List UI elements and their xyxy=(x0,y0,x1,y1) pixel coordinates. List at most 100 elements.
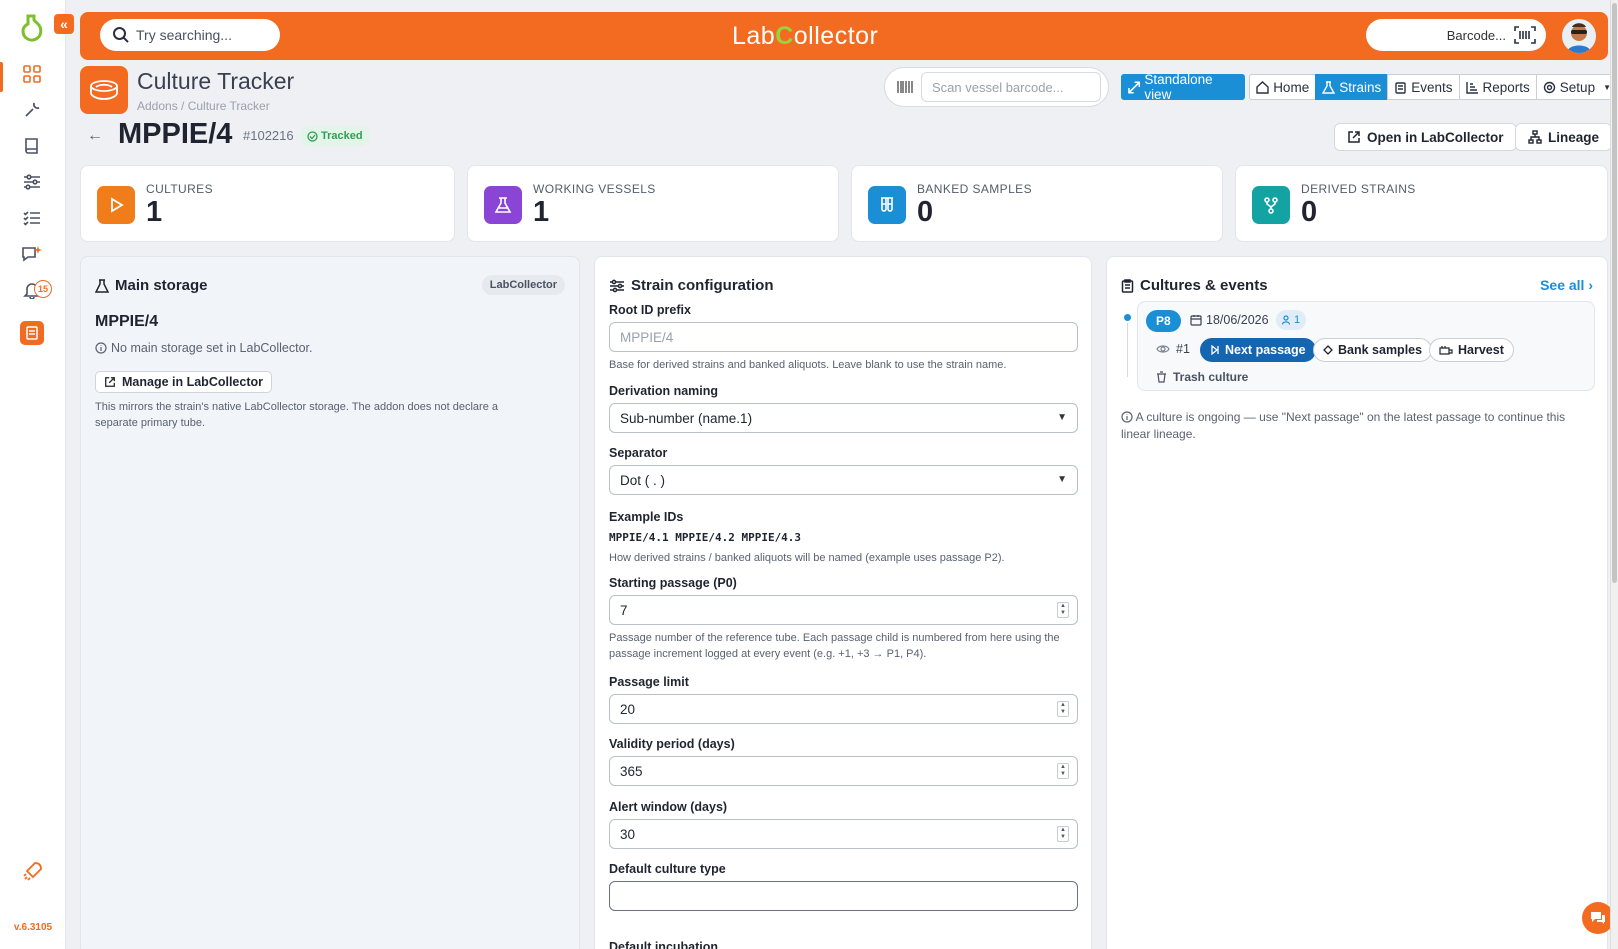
trash-icon xyxy=(1157,371,1166,383)
brand-logo[interactable]: LabCollector xyxy=(732,22,878,51)
derivation-naming-select[interactable]: Sub-number (name.1) ▼ xyxy=(609,403,1078,433)
nav-button-group: Home Strains Events Reports Setup ▼ xyxy=(1249,74,1618,100)
eye-icon[interactable] xyxy=(1156,344,1170,354)
labcollector-logo-icon[interactable] xyxy=(20,14,44,42)
scan-vessel-input[interactable]: Scan vessel barcode... xyxy=(921,72,1101,102)
nav-reports-button[interactable]: Reports xyxy=(1458,74,1537,100)
brand-text-right: ollector xyxy=(793,22,879,50)
collapse-sidebar-button[interactable]: « xyxy=(54,14,74,34)
notification-badge: 15 xyxy=(34,280,52,298)
harvest-button[interactable]: Harvest xyxy=(1429,338,1514,362)
passage-badge[interactable]: P8 xyxy=(1146,310,1181,332)
stat-card-cultures: CULTURES 1 xyxy=(80,165,455,242)
alert-window-input[interactable]: 30 ▲ ▼ xyxy=(609,819,1078,849)
lineage-button[interactable]: Lineage xyxy=(1515,123,1613,151)
rocket-icon[interactable] xyxy=(22,860,44,882)
open-in-labcollector-button[interactable]: Open in LabCollector xyxy=(1334,123,1517,151)
validity-period-value: 365 xyxy=(620,763,643,779)
page-scrollbar[interactable] xyxy=(1610,0,1618,949)
bank-samples-label: Bank samples xyxy=(1338,343,1423,357)
nav-events-button[interactable]: Events xyxy=(1387,74,1460,100)
back-arrow-icon[interactable]: ← xyxy=(87,127,103,145)
passage-limit-input[interactable]: 20 ▲ ▼ xyxy=(609,694,1078,724)
harvest-label: Harvest xyxy=(1458,343,1504,357)
checklist-icon[interactable] xyxy=(20,206,44,230)
book-icon[interactable] xyxy=(20,134,44,158)
clipboard-icon xyxy=(1121,278,1134,293)
header-nav: Standalone view Home Strains Events Repo… xyxy=(1121,72,1618,102)
main-storage-panel: Main storage LabCollector MPPIE/4 No mai… xyxy=(80,256,580,949)
cultures-events-title-text: Cultures & events xyxy=(1140,277,1268,294)
breadcrumb[interactable]: Addons / Culture Tracker xyxy=(137,99,270,113)
standalone-view-button[interactable]: Standalone view xyxy=(1121,72,1246,102)
top-bar: Try searching... LabCollector Barcode... xyxy=(80,12,1608,60)
event-users-badge: 1 xyxy=(1276,310,1307,330)
strain-configuration-panel: Strain configuration Root ID prefix MPPI… xyxy=(594,256,1092,949)
trash-culture-button[interactable]: Trash culture xyxy=(1156,370,1248,384)
strain-configuration-title-text: Strain configuration xyxy=(631,277,774,294)
tools-icon[interactable] xyxy=(20,98,44,122)
test-tubes-icon xyxy=(868,186,906,224)
app-title: Culture Tracker xyxy=(137,68,295,94)
lineage-label: Lineage xyxy=(1548,129,1600,145)
trash-culture-label: Trash culture xyxy=(1173,370,1249,384)
skip-icon xyxy=(1211,345,1219,355)
calendar-icon xyxy=(1190,315,1202,326)
alert-window-label: Alert window (days) xyxy=(609,800,728,814)
separator-select[interactable]: Dot ( . ) ▼ xyxy=(609,465,1078,495)
barcode-scan-icon[interactable] xyxy=(1514,26,1536,44)
barcode-input[interactable]: Barcode... xyxy=(1366,19,1546,51)
scrollbar-thumb[interactable] xyxy=(1612,3,1617,583)
validity-period-input[interactable]: 365 ▲ ▼ xyxy=(609,756,1078,786)
tracked-status-label: Tracked xyxy=(321,130,363,142)
manage-in-labcollector-label: Manage in LabCollector xyxy=(122,375,263,389)
root-id-prefix-input[interactable]: MPPIE/4 xyxy=(609,322,1078,352)
stat-value: 0 xyxy=(917,196,934,228)
nav-setup-label: Setup xyxy=(1559,79,1596,95)
number-spinner-icon[interactable]: ▲ ▼ xyxy=(1057,826,1069,842)
addon-icon[interactable] xyxy=(20,321,44,345)
event-date: 18/06/2026 xyxy=(1190,313,1269,327)
nav-home-button[interactable]: Home xyxy=(1249,74,1317,100)
culture-ongoing-note-text: A culture is ongoing — use "Next passage… xyxy=(1121,410,1566,441)
settings-sliders-icon[interactable] xyxy=(20,170,44,194)
number-spinner-icon[interactable]: ▲ ▼ xyxy=(1057,602,1069,618)
stat-value: 0 xyxy=(1301,196,1318,228)
default-culture-type-input[interactable] xyxy=(609,881,1078,911)
manage-in-labcollector-button[interactable]: Manage in LabCollector xyxy=(95,371,272,393)
next-passage-label: Next passage xyxy=(1225,343,1306,357)
barcode-placeholder: Barcode... xyxy=(1446,27,1506,43)
number-spinner-icon[interactable]: ▲ ▼ xyxy=(1057,763,1069,779)
bank-samples-button[interactable]: Bank samples xyxy=(1313,338,1433,362)
culture-tracker-app-icon xyxy=(80,66,128,114)
open-in-labcollector-label: Open in LabCollector xyxy=(1367,129,1504,145)
hierarchy-icon xyxy=(1528,130,1542,144)
user-avatar[interactable] xyxy=(1562,19,1596,53)
global-search-input[interactable]: Try searching... xyxy=(100,19,280,51)
timeline-dot xyxy=(1124,314,1131,321)
nav-setup-dropdown[interactable]: Setup ▼ xyxy=(1535,74,1618,100)
version-label: v.6.3105 xyxy=(13,922,53,933)
example-ids-value: MPPIE/4.1 MPPIE/4.2 MPPIE/4.3 xyxy=(609,531,802,544)
external-link-icon xyxy=(105,377,115,387)
chart-icon xyxy=(1465,81,1478,94)
see-all-link[interactable]: See all › xyxy=(1540,277,1593,293)
info-icon xyxy=(1121,411,1133,423)
example-ids-help: How derived strains / banked aliquots wi… xyxy=(609,552,1005,564)
separator-value: Dot ( . ) xyxy=(620,472,666,488)
starting-passage-input[interactable]: 7 ▲ ▼ xyxy=(609,595,1078,625)
search-icon xyxy=(113,27,129,43)
nav-strains-label: Strains xyxy=(1339,79,1382,95)
validity-period-label: Validity period (days) xyxy=(609,737,735,751)
stat-card-working-vessels: WORKING VESSELS 1 xyxy=(467,165,839,242)
dashboard-icon[interactable] xyxy=(20,62,44,86)
example-ids-label: Example IDs xyxy=(609,510,684,524)
cultures-events-panel: Cultures & events See all › P8 18/06/202… xyxy=(1106,256,1608,949)
nav-strains-button[interactable]: Strains xyxy=(1315,74,1389,100)
number-spinner-icon[interactable]: ▲ ▼ xyxy=(1057,701,1069,717)
chat-sparkle-icon[interactable] xyxy=(20,242,44,266)
next-passage-button[interactable]: Next passage xyxy=(1200,338,1316,362)
default-culture-type-label: Default culture type xyxy=(609,862,726,876)
culture-event-card: P8 18/06/2026 1 #1 Next passage Bank sam… xyxy=(1137,301,1595,391)
play-icon xyxy=(97,186,135,224)
